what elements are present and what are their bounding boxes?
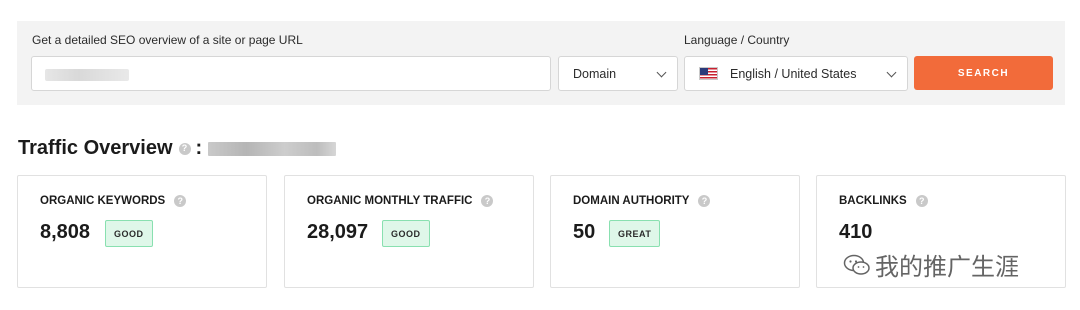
status-badge: GOOD [382,220,430,247]
chevron-down-icon [656,67,667,78]
metric-title-label: ORGANIC MONTHLY TRAFFIC [307,195,473,207]
language-country-label: Language / Country [684,33,790,47]
metric-title: ORGANIC MONTHLY TRAFFIC ? [307,195,494,207]
metric-title: ORGANIC KEYWORDS ? [40,195,187,207]
wechat-icon [843,254,871,276]
language-country-select[interactable]: English / United States [684,56,908,91]
metric-card-domain-authority: DOMAIN AUTHORITY ? 50 GREAT [550,175,800,288]
metric-title-label: ORGANIC KEYWORDS [40,195,166,207]
chevron-down-icon [886,67,897,78]
watermark-text: 我的推广生涯 [875,254,1019,281]
language-country-value: English / United States [730,66,857,81]
metric-title: DOMAIN AUTHORITY ? [573,195,711,207]
help-circle-icon[interactable]: ? [174,195,187,207]
metric-value: 8,808 [40,221,91,243]
metric-value: 410 [839,221,873,243]
title-separator: : [195,137,203,159]
us-flag-icon [699,67,718,80]
traffic-overview-header: Traffic Overview ? : [18,137,337,160]
metric-title: BACKLINKS ? [839,195,928,207]
search-button[interactable]: SEARCH [914,56,1053,90]
page-title: Traffic Overview [18,137,173,159]
metric-card-organic-keywords: ORGANIC KEYWORDS ? 8,808 GOOD [17,175,267,288]
search-type-select[interactable]: Domain [558,56,678,91]
help-circle-icon[interactable]: ? [178,142,191,155]
search-label: Get a detailed SEO overview of a site or… [32,33,303,47]
redacted-domain [208,141,337,156]
seo-search-panel: Get a detailed SEO overview of a site or… [17,21,1065,105]
status-badge: GOOD [105,220,153,247]
help-circle-icon[interactable]: ? [481,195,494,207]
metric-value: 28,097 [307,221,369,243]
help-circle-icon[interactable]: ? [915,195,928,207]
metric-value: 50 [573,221,596,243]
help-circle-icon[interactable]: ? [698,195,711,207]
metric-title-label: BACKLINKS [839,195,907,207]
search-type-value: Domain [573,66,617,81]
metric-card-organic-monthly-traffic: ORGANIC MONTHLY TRAFFIC ? 28,097 GOOD [284,175,534,288]
redacted-url [45,69,129,81]
status-badge: GREAT [609,220,661,247]
watermark: 我的推广生涯 [843,247,1019,282]
metric-title-label: DOMAIN AUTHORITY [573,195,690,207]
